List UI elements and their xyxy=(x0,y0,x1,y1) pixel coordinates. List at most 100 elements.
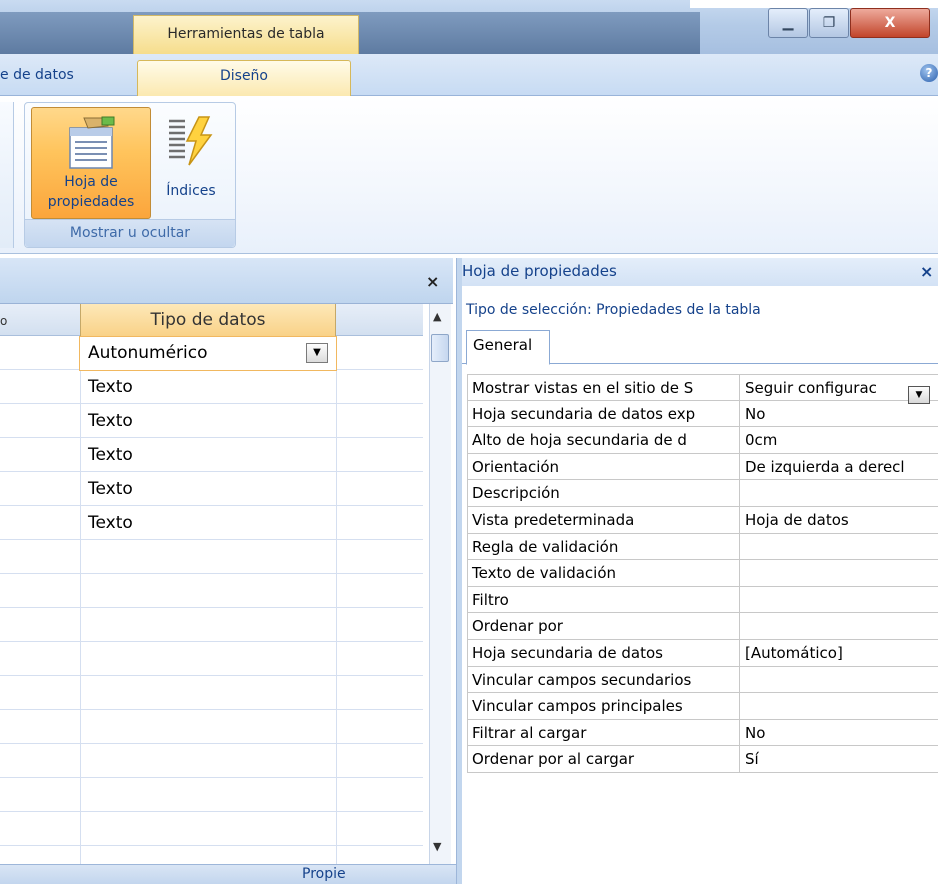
ribbon-tab-row: e de datos Diseño xyxy=(0,54,938,96)
property-row[interactable]: Alto de hoja secundaria de d 0cm xyxy=(467,427,938,454)
property-value[interactable]: Hoja de datos xyxy=(740,507,938,533)
table-row[interactable] xyxy=(0,608,423,642)
tab-hoja-de-datos[interactable]: e de datos xyxy=(0,60,120,96)
table-row[interactable] xyxy=(0,778,423,812)
cell-tipo-datos[interactable]: Autonumérico xyxy=(88,337,208,369)
tab-general[interactable]: General xyxy=(466,330,550,365)
cell-tipo-datos[interactable]: Texto xyxy=(88,371,133,403)
table-row[interactable] xyxy=(0,404,423,438)
dropdown-arrow-icon[interactable]: ▼ xyxy=(306,343,328,363)
table-row[interactable] xyxy=(0,710,423,744)
scroll-down-icon[interactable]: ▼ xyxy=(433,840,441,853)
property-grid: Mostrar vistas en el sitio de S Seguir co… xyxy=(467,374,938,773)
property-value[interactable]: Sí xyxy=(740,746,938,772)
property-row[interactable]: Descripción xyxy=(467,480,938,507)
property-row[interactable]: Regla de validación xyxy=(467,533,938,561)
property-row[interactable]: Filtro xyxy=(467,586,938,614)
property-name: Alto de hoja secundaria de d xyxy=(467,427,740,453)
column-divider xyxy=(336,336,337,864)
table-row[interactable] xyxy=(0,438,423,472)
table-row[interactable] xyxy=(0,744,423,778)
title-bar-edge xyxy=(690,0,938,8)
scroll-thumb[interactable] xyxy=(431,334,449,362)
table-row[interactable] xyxy=(0,574,423,608)
selection-type: Tipo de selección: Propiedades de la tab… xyxy=(466,302,761,318)
property-value[interactable]: [Automático] xyxy=(740,640,938,666)
property-row[interactable]: Hoja secundaria de datos exp No xyxy=(467,400,938,428)
property-name: Vincular campos principales xyxy=(467,693,740,719)
table-row[interactable] xyxy=(0,370,423,404)
cell-tipo-datos[interactable]: Texto xyxy=(88,473,133,505)
property-value[interactable] xyxy=(740,560,938,586)
property-name: Hoja secundaria de datos exp xyxy=(467,400,740,427)
minimize-button[interactable]: ▁ xyxy=(768,8,808,38)
property-name: Ordenar por xyxy=(467,613,740,639)
close-window-button[interactable]: X xyxy=(850,8,930,38)
property-value[interactable] xyxy=(740,667,938,693)
property-name: Hoja secundaria de datos xyxy=(467,639,740,666)
cell-tipo-datos[interactable]: Texto xyxy=(88,439,133,471)
property-sheet-icon xyxy=(69,116,115,169)
ribbon-group-label: Mostrar u ocultar xyxy=(25,219,235,247)
restore-button[interactable]: ❐ xyxy=(809,8,849,38)
indices-button[interactable]: Índices xyxy=(155,107,227,219)
property-name: Mostrar vistas en el sitio de S xyxy=(467,375,740,400)
property-row[interactable]: Orientación De izquierda a derecl xyxy=(467,453,938,481)
table-row[interactable] xyxy=(0,540,423,574)
property-row[interactable]: Ordenar por al cargar Sí xyxy=(467,746,938,773)
property-row[interactable]: Vincular campos principales xyxy=(467,693,938,720)
restore-icon: ❐ xyxy=(822,15,836,31)
close-property-sheet-icon[interactable]: × xyxy=(920,262,933,281)
property-row[interactable]: Vista predeterminada Hoja de datos xyxy=(467,506,938,534)
property-value[interactable]: No xyxy=(740,401,938,427)
table-row[interactable] xyxy=(0,812,423,846)
property-value[interactable] xyxy=(740,480,938,506)
column-header-nombre-partial: o xyxy=(0,314,8,328)
ribbon-body: Hoja de propiedades Índices Mostrar u oc… xyxy=(0,96,938,254)
property-row[interactable]: Texto de validación xyxy=(467,560,938,587)
status-text: Propie xyxy=(302,866,346,882)
tab-diseno[interactable]: Diseño xyxy=(137,60,351,96)
property-name: Filtrar al cargar xyxy=(467,719,740,746)
property-value[interactable] xyxy=(740,587,938,613)
property-value[interactable] xyxy=(740,534,938,560)
property-row[interactable]: Mostrar vistas en el sitio de S Seguir co… xyxy=(467,374,938,401)
property-name: Descripción xyxy=(467,480,740,506)
property-row[interactable]: Vincular campos secundarios xyxy=(467,666,938,694)
window-controls: ▁ ❐ X xyxy=(768,8,934,42)
cell-tipo-datos[interactable]: Texto xyxy=(88,507,133,539)
scroll-up-icon[interactable]: ▲ xyxy=(433,310,441,323)
context-tab-herramientas: Herramientas de tabla xyxy=(133,15,359,54)
property-sheet-label-1: Hoja de xyxy=(64,174,118,190)
property-value[interactable] xyxy=(740,693,938,719)
property-dropdown-arrow-icon[interactable]: ▼ xyxy=(908,386,930,404)
table-row[interactable] xyxy=(0,676,423,710)
close-table-icon[interactable]: × xyxy=(426,272,439,291)
property-name: Vincular campos secundarios xyxy=(467,666,740,693)
minimize-icon: ▁ xyxy=(782,15,794,31)
property-sheet-button[interactable]: Hoja de propiedades xyxy=(31,107,151,219)
indices-label: Índices xyxy=(166,183,216,199)
table-document-header xyxy=(0,258,453,304)
property-value[interactable]: De izquierda a derecl xyxy=(740,454,938,480)
column-header-tipo-de-datos[interactable]: Tipo de datos xyxy=(80,304,336,336)
column-divider xyxy=(80,336,81,864)
help-icon[interactable]: ? xyxy=(920,64,938,82)
vertical-scrollbar[interactable] xyxy=(429,304,451,864)
property-row[interactable]: Ordenar por xyxy=(467,613,938,640)
table-row[interactable] xyxy=(0,506,423,540)
property-value[interactable]: No xyxy=(740,720,938,746)
table-row[interactable] xyxy=(0,642,423,676)
property-row[interactable]: Filtrar al cargar No xyxy=(467,719,938,747)
property-name: Regla de validación xyxy=(467,533,740,560)
close-icon: X xyxy=(884,15,896,31)
property-row[interactable]: Hoja secundaria de datos [Automático] xyxy=(467,639,938,667)
title-bar: Herramientas de tabla ▁ ❐ X xyxy=(0,0,938,54)
table-row[interactable] xyxy=(0,472,423,506)
table-status-bar xyxy=(0,864,456,884)
property-value[interactable]: 0cm xyxy=(740,427,938,453)
ribbon-previous-group-edge xyxy=(0,102,14,248)
property-value[interactable] xyxy=(740,613,938,639)
cell-tipo-datos[interactable]: Texto xyxy=(88,405,133,437)
property-name: Filtro xyxy=(467,586,740,613)
